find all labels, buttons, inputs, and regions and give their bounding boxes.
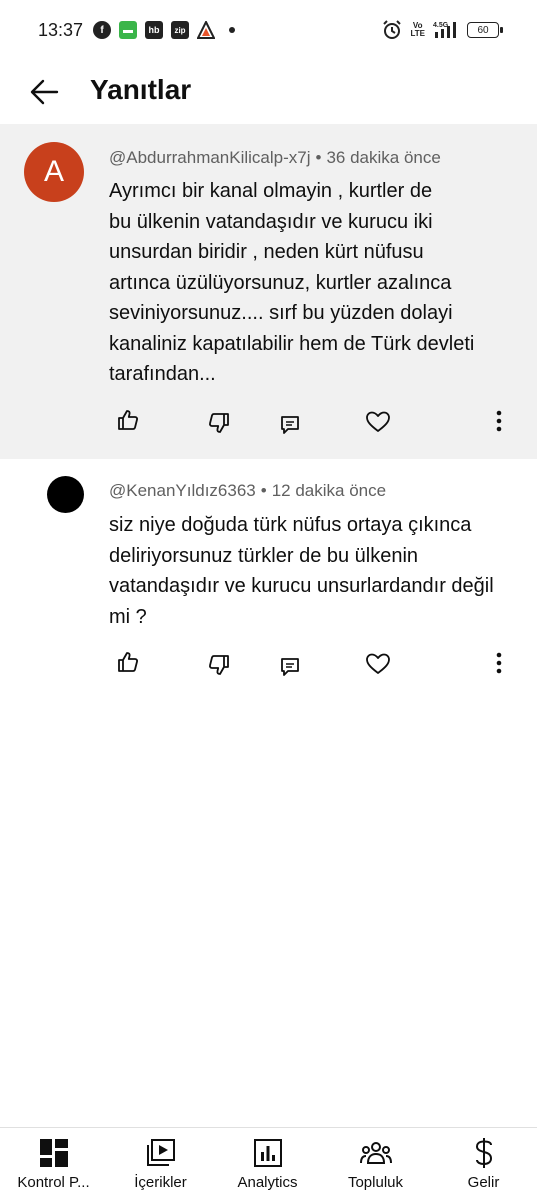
community-icon [359,1138,392,1168]
svg-text:4.5G: 4.5G [433,22,449,29]
comment-text-line: unsurdan biridir , neden kürt nüfusu [109,241,424,263]
notification-icons: f ▬ hb zip [93,21,235,39]
avatar[interactable] [47,476,84,513]
comment-time: 36 dakika önce [326,148,441,167]
comment-text-line: tarafından... [109,363,216,385]
page-title: Yanıtlar [90,74,192,105]
more-options-button[interactable] [481,645,517,681]
app-header: Yanıtlar [0,62,537,124]
comment-text: Ayrımcı bir kanal olmayin , kurtler de b… [109,176,474,390]
heart-icon [366,411,390,432]
comment-text-line: bu ülkenin vatandaşıdır ve kurucu iki [109,210,433,233]
comment-text-line: deliriyorsunuz türkler de bu ülkenin [109,544,419,567]
comment-item: A @AbdurrahmanKilicalp-x7j • 36 dakika önc… [0,124,537,459]
comment-meta: @KenanYıldız6363 • 12 dakika önce [109,481,386,501]
comment-author[interactable]: @AbdurrahmanKilicalp-x7j [109,148,311,167]
avatar-letter: A [43,155,64,188]
comment-text-line: Ayrımcı bir kanal olmayin , kurtler de [109,180,433,202]
like-button[interactable] [110,644,146,680]
alarm-icon [383,20,402,39]
analytics-icon [253,1138,283,1168]
reply-button[interactable] [272,649,308,685]
reply-comment-icon [281,658,299,676]
comment-text-line: seviniyorsunuz.... sırf bu yüzden dolayi [109,302,453,324]
reply-button[interactable] [272,407,308,443]
status-time: 13:37 [38,20,84,40]
back-button[interactable] [24,72,64,112]
nav-item-analytics[interactable]: Analytics [214,1128,321,1201]
comment-text-line: siz niye doğuda türk nüfus ortaya çıkınc… [109,514,472,536]
comment-text-line: mi ? [109,605,147,628]
facebook-icon: f [93,21,111,39]
thumbs-down-icon [209,655,229,675]
nav-label: İçerikler [134,1174,187,1191]
nav-label: Analytics [237,1174,298,1191]
thumbs-up-icon [118,652,138,672]
more-vertical-icon [496,410,502,432]
thumbs-down-icon [209,413,229,433]
comment-text-line: artınca üzülüyorsunuz, kurtler azalınca [109,271,452,294]
comment-time: 12 dakika önce [271,481,387,500]
signal-icon: 4.5G [433,22,456,38]
dashboard-icon [39,1138,69,1168]
zip-icon: zip [171,21,189,39]
messages-icon: ▬ [119,21,137,39]
dislike-button[interactable] [201,405,237,441]
status-bar: 13:37 f ▬ hb zip Vo LTE 4.5G 60 [0,0,537,62]
nav-label: Topluluk [347,1174,404,1191]
dollar-icon [473,1138,495,1168]
like-button[interactable] [110,402,146,438]
system-icons: Vo LTE 4.5G 60 [382,20,503,40]
meta-separator: • [315,148,322,167]
volte-indicator: Vo LTE [410,21,425,38]
heart-button[interactable] [360,404,396,440]
comment-author[interactable]: @KenanYıldız6363 [109,481,256,500]
heart-button[interactable] [360,646,396,682]
more-options-button[interactable] [481,403,517,439]
nav-item-community[interactable]: Topluluk [322,1128,429,1201]
nav-item-content[interactable]: İçerikler [107,1128,214,1201]
comment-item: @KenanYıldız6363 • 12 dakika önce siz niye… [0,459,537,709]
more-notifications-dot [229,27,235,33]
battery-icon: 60 [467,22,503,38]
comment-meta: @AbdurrahmanKilicalp-x7j • 36 dakika önce [109,148,441,168]
nav-item-earnings[interactable]: Gelir [430,1128,537,1201]
reply-comment-icon [281,416,299,434]
nav-item-dashboard[interactable]: Kontrol P... [0,1128,107,1201]
app-triangle-icon [197,21,215,39]
avatar[interactable]: A [24,142,84,202]
comment-text-line: kanaliniz kapatılabilir hem de Türk devl… [109,332,475,355]
nav-label: Kontrol P... [17,1174,90,1191]
bottom-navigation: Kontrol P... İçerikler Analytics Toplulu… [0,1127,537,1201]
more-vertical-icon [496,652,502,674]
comment-text: siz niye doğuda türk nüfus ortaya çıkınc… [109,510,494,632]
content-icon [146,1138,176,1168]
nav-label: Gelir [467,1174,500,1191]
heart-icon [366,653,390,674]
thumbs-up-icon [118,410,138,430]
hepsiburada-icon: hb [145,21,163,39]
arrow-left-icon [30,79,59,105]
dislike-button[interactable] [201,647,237,683]
meta-separator: • [260,481,267,500]
comment-text-line: vatandaşıdır ve kurucu unsurlardandır de… [109,575,494,597]
